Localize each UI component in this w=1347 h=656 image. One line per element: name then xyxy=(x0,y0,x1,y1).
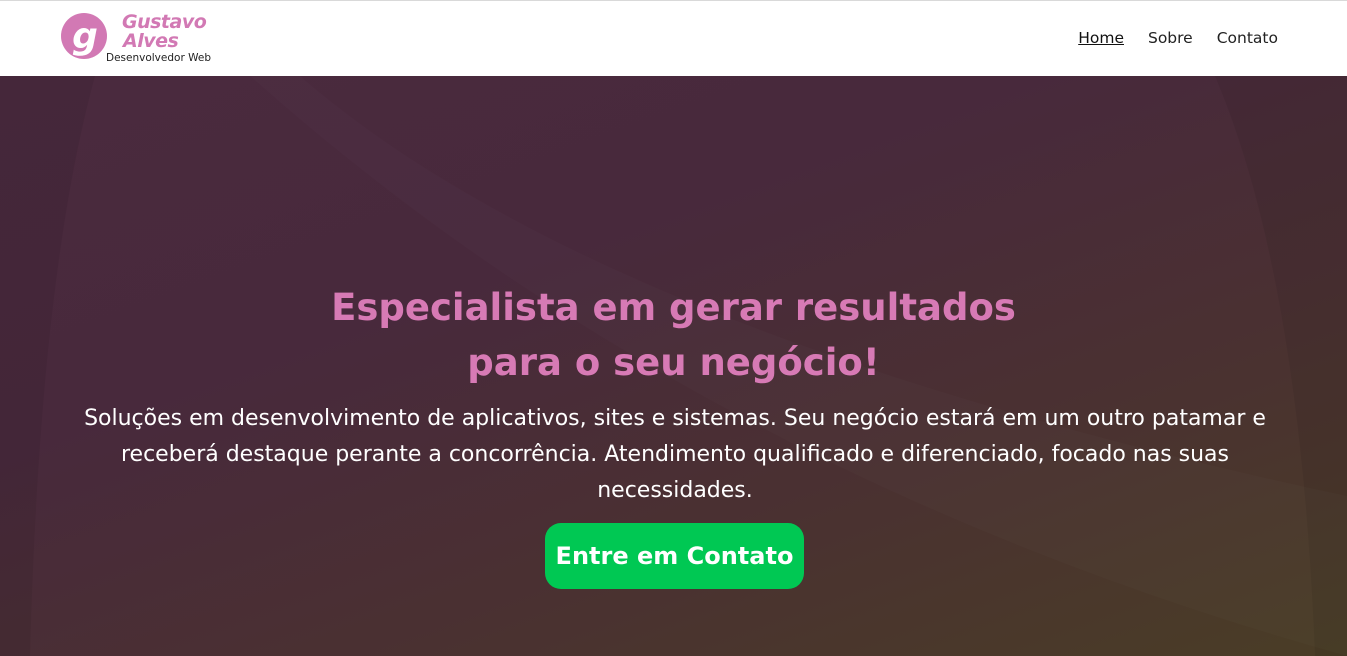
nav-link-sobre[interactable]: Sobre xyxy=(1148,29,1193,47)
nav-link-home[interactable]: Home xyxy=(1078,29,1124,47)
brand-logo[interactable]: g Gustavo Alves Desenvolvedor Web xyxy=(60,9,220,67)
hero-title-line2: para o seu negócio! xyxy=(467,341,880,384)
hero-title: Especialista em gerar resultados para o … xyxy=(0,280,1347,390)
hero-section: Especialista em gerar resultados para o … xyxy=(0,76,1347,656)
main-nav: Home Sobre Contato xyxy=(1054,29,1278,47)
logo-g-icon: g xyxy=(61,13,107,59)
contact-cta-button[interactable]: Entre em Contato xyxy=(545,523,804,589)
site-header: g Gustavo Alves Desenvolvedor Web Home S… xyxy=(0,1,1347,76)
brand-name: Gustavo Alves xyxy=(122,13,207,52)
brand-tagline: Desenvolvedor Web xyxy=(106,52,211,64)
nav-link-contato[interactable]: Contato xyxy=(1217,29,1278,47)
hero-title-line1: Especialista em gerar resultados xyxy=(331,286,1016,329)
hero-description: Soluções em desenvolvimento de aplicativ… xyxy=(84,406,1266,503)
logo-g-letter: g xyxy=(72,16,98,57)
brand-name-line2: Alves xyxy=(123,30,179,52)
